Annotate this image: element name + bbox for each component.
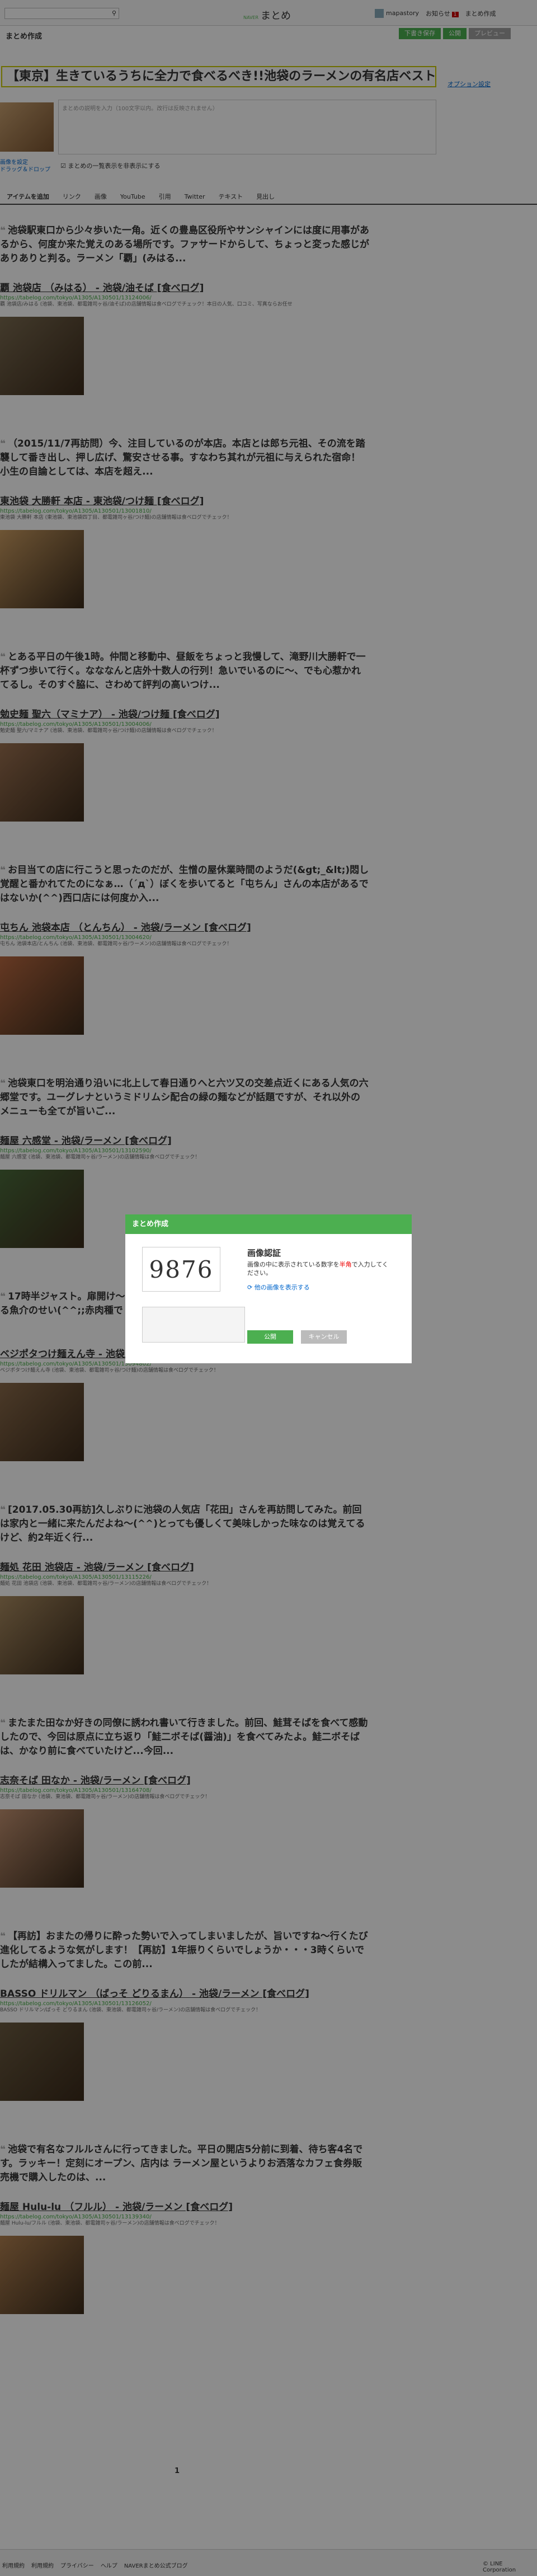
desc-emphasis: 半角 <box>339 1261 352 1268</box>
submit-button[interactable]: 公開 <box>247 1330 293 1344</box>
cancel-button[interactable]: キャンセル <box>301 1330 347 1344</box>
reload-icon: ⟳ <box>247 1284 253 1291</box>
captcha-image: 9876 <box>142 1247 220 1292</box>
reload-captcha-link[interactable]: ⟳ 他の画像を表示する <box>247 1283 310 1292</box>
reload-label: 他の画像を表示する <box>254 1284 310 1291</box>
dialog-title: 画像認証 <box>247 1248 281 1258</box>
captcha-dialog: まとめ作成 9876 画像認証 画像の中に表示されている数字を半角で入力してくだ… <box>125 1214 412 1363</box>
dialog-header: まとめ作成 <box>125 1214 412 1234</box>
desc-text: 画像の中に表示されている数字を <box>247 1261 340 1268</box>
dialog-description: 画像の中に表示されている数字を半角で入力してください。 <box>247 1260 393 1277</box>
captcha-answer-input[interactable] <box>142 1307 245 1343</box>
